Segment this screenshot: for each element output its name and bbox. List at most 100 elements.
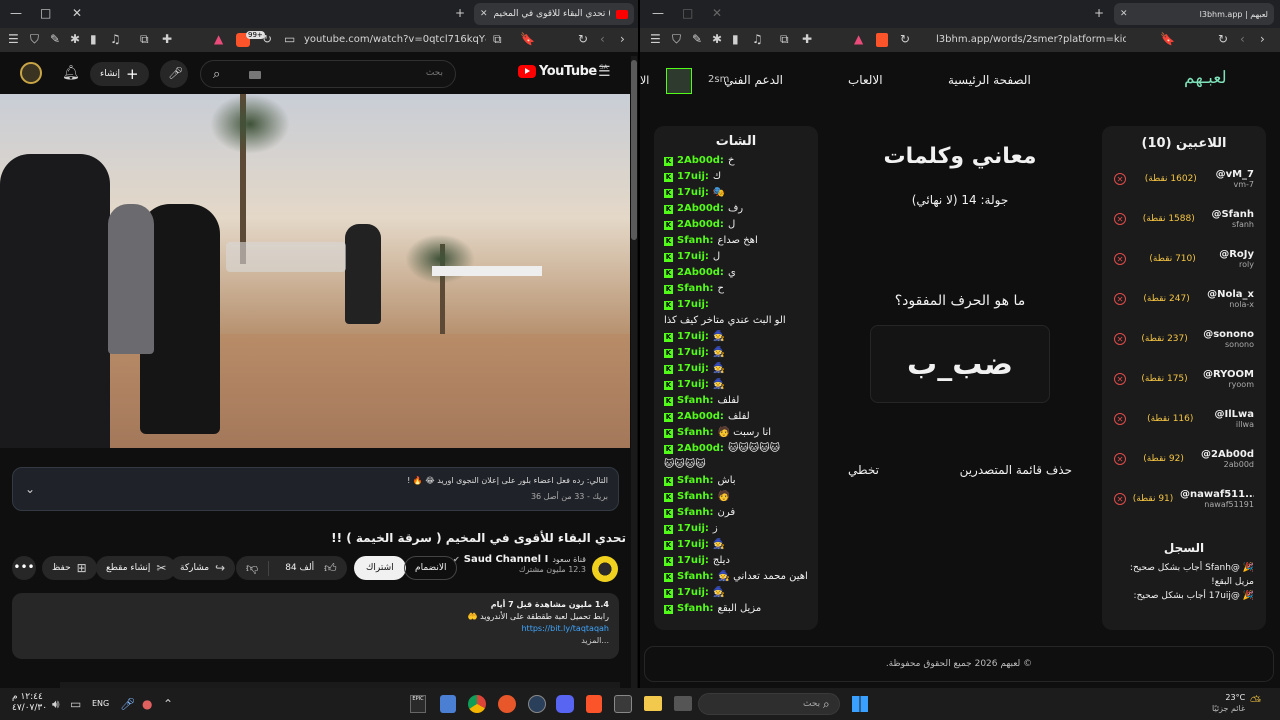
chat-username[interactable]: 17uij: [677,185,709,201]
chat-username[interactable]: 2Ab00d: [677,409,724,425]
chat-username[interactable]: 17uij: [677,249,709,265]
search-input[interactable]: بحث [426,68,443,78]
window-close-icon[interactable]: ✕ [712,6,722,20]
account-avatar[interactable] [20,62,42,84]
chat-username[interactable]: 17uij: [677,585,709,601]
video-description[interactable]: 1.4 مليون مشاهدة قبل 7 أيام رابط تحميل ل… [12,593,619,659]
nav-home[interactable]: الصفحة الرئيسية [948,73,1031,87]
like-icon[interactable]: 👍︎ [320,561,347,576]
taskbar-app-discord[interactable] [556,695,574,713]
join-button[interactable]: الانضمام [404,556,458,580]
taskbar-app-chrome[interactable] [468,695,486,713]
display-icon[interactable]: ▭ [70,697,81,711]
remove-player-icon[interactable]: ✕ [1114,453,1126,465]
taskbar-app-explorer[interactable] [644,696,662,711]
copy-icon[interactable]: ⧉ [493,32,502,47]
app-tray-icon[interactable]: ● [142,697,152,711]
clip-button[interactable]: إنشاء مقطع ✂ [96,556,177,580]
search-icon[interactable]: ⌕ [213,67,220,82]
chat-username[interactable]: 17uij: [677,361,709,377]
site-logo[interactable]: لعبـهم [1184,68,1227,88]
brave-rewards-icon[interactable]: ▲ [854,32,863,46]
youtube-logo[interactable]: YouTube SA [518,64,608,79]
share-icon[interactable]: ↻ [900,32,910,46]
taskbar-app-epic[interactable]: EPIC [410,695,426,713]
tab-close-icon[interactable]: ✕ [480,9,488,19]
dislike-icon[interactable]: 👎︎ [236,560,270,576]
keyboard-icon[interactable] [249,71,261,79]
chat-username[interactable]: Sfanh: [677,233,714,249]
shield-icon[interactable]: ⛉ [672,32,681,47]
screen-icon[interactable]: ▭ [284,32,295,46]
browser-tab-l3bhm[interactable]: ✕ l3bhm.app | لعبهم [1114,3,1274,25]
share-icon[interactable]: ↻ [262,32,272,46]
sidebar-icon[interactable]: ▮ [90,32,97,46]
weather-widget[interactable]: 23°C غائم جزئيًا [1212,692,1245,714]
tab-close-icon[interactable]: ✕ [1120,9,1128,19]
chat-username[interactable]: Sfanh: [677,393,714,409]
scrollbar-thumb[interactable] [631,60,637,240]
extensions-icon[interactable]: ✱ [712,32,722,46]
browser-tab-youtube[interactable]: ✕ تحدي البقاء للأقوى في المخيم (... [474,3,634,25]
chat-username[interactable]: 2Ab00d: [677,217,724,233]
description-link[interactable]: https://bit.ly/taqtaqah [22,623,609,635]
nav-games[interactable]: الالعاب [848,73,883,87]
menu-icon[interactable]: ☰ [8,32,19,46]
clear-leaderboard-button[interactable]: حذف قائمة المتصدرين [960,463,1072,477]
chat-username[interactable]: 17uij: [677,345,709,361]
create-button[interactable]: إنشاء + [90,62,149,86]
video-player[interactable] [0,94,630,448]
remove-player-icon[interactable]: ✕ [1114,413,1126,425]
language-indicator[interactable]: ENG [92,699,109,708]
chat-username[interactable]: Sfanh: [677,281,714,297]
chat-username[interactable]: 17uij: [677,297,709,313]
window-minimize-icon[interactable]: — [10,6,22,20]
playlist-notice[interactable]: ⌄ التالي: رده فعل اعضاء بلور على إعلان ا… [12,467,619,511]
clock[interactable]: ١٢:٤٤ م ٤٧/٠٧/٣٠ [12,692,47,714]
shield-icon[interactable]: ⛉ [30,32,39,47]
volume-icon[interactable]: 🔊︎ [52,697,60,712]
taskbar-search[interactable]: بحث ⌕ [698,693,840,715]
chat-username[interactable]: 2Ab00d: [677,153,724,169]
menu-icon[interactable]: ☰ [650,32,661,46]
chat-username[interactable]: Sfanh: [677,473,714,489]
taskbar-app-brave[interactable] [586,695,602,713]
remove-player-icon[interactable]: ✕ [1114,493,1126,505]
bookmark-icon[interactable]: 🔖 [1160,32,1175,46]
chat-username[interactable]: 2Ab00d: [677,441,724,457]
forward-icon[interactable]: › [620,32,625,46]
taskbar-app-steam[interactable] [528,695,546,713]
forward-icon[interactable]: › [1260,32,1265,46]
taskbar-app-shield[interactable] [440,695,456,713]
chat-username[interactable]: 2Ab00d: [677,265,724,281]
music-icon[interactable]: ♫ [110,32,121,46]
chat-username[interactable]: 2Ab00d: [677,201,724,217]
back-icon[interactable]: ‹ [600,32,605,46]
reload-icon[interactable]: ↻ [1218,32,1228,46]
chevron-down-icon[interactable]: ⌄ [25,482,35,496]
user-avatar[interactable] [666,68,692,94]
chat-username[interactable]: 17uij: [677,169,709,185]
screenshot-icon[interactable]: ⧉ [140,32,149,47]
brave-rewards-icon[interactable]: ▲ [214,32,223,46]
microphone-icon[interactable]: 🎤︎ [120,697,135,711]
taskbar-app-files[interactable] [674,696,692,711]
remove-player-icon[interactable]: ✕ [1114,173,1126,185]
subscribe-button[interactable]: اشتراك [354,556,406,580]
new-tab-icon[interactable]: + [1094,6,1104,20]
chat-username[interactable]: Sfanh: [677,425,714,441]
chat-username[interactable]: Sfanh: [677,489,714,505]
reload-icon[interactable]: ↻ [578,32,588,46]
remove-player-icon[interactable]: ✕ [1114,253,1126,265]
address-bar[interactable]: l3bhm.app/words/2smer?platform=kick [936,34,1126,45]
tray-chevron-icon[interactable]: ⌃ [163,697,173,711]
chat-username[interactable]: 17uij: [677,329,709,345]
chat-username[interactable]: 17uij: [677,377,709,393]
new-tab-icon[interactable]: + [455,6,465,20]
channel-avatar[interactable] [592,556,618,582]
window-close-icon[interactable]: ✕ [72,6,82,20]
notifications-bell-icon[interactable]: 🔔︎ [62,65,80,81]
address-bar[interactable]: youtube.com/watch?v=0qtcl716kqY&list=... [304,34,486,45]
chat-username[interactable]: 17uij: [677,553,709,569]
taskbar-app-orange[interactable] [498,695,516,713]
